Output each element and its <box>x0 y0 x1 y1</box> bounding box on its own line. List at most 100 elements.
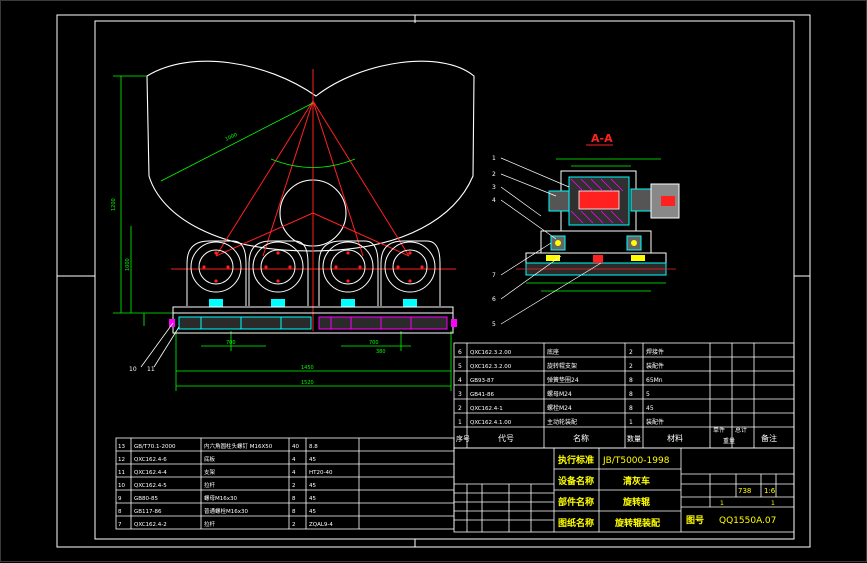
section-view: A-A <box>500 132 680 325</box>
tb-weight: 738 <box>738 487 751 495</box>
lower-row-name: 拉杆 <box>204 520 216 528</box>
callouts-left: 10 11 <box>129 366 155 373</box>
callouts-right: 1 2 3 4 7 6 5 <box>492 155 496 328</box>
lower-row-code: GB80-85 <box>134 496 159 502</box>
dimension-texts: 1520 1450 700 700 1200 1000 1000 380 <box>111 132 386 386</box>
lower-row-name: 底板 <box>204 455 216 463</box>
lower-row-code: QXC162.4-2 <box>134 522 167 528</box>
callout-6: 6 <box>492 296 496 303</box>
upper-row-code: QXC162.4.1.00 <box>470 420 512 426</box>
upper-row-name: 主动轮装配 <box>547 418 577 426</box>
upper-row-name: 螺栓M24 <box>547 404 572 412</box>
drum-outline <box>146 60 475 252</box>
hdr-no: 序号 <box>456 434 470 443</box>
upper-row-qty: 2 <box>629 349 633 356</box>
upper-row-qty: 8 <box>629 391 633 398</box>
lower-row-code: GB117-86 <box>134 509 162 515</box>
lower-row-mat: HT20-40 <box>309 470 333 476</box>
tb-equip-value: 清灰车 <box>623 475 650 487</box>
callout-4: 4 <box>492 197 496 204</box>
upper-row-no: 5 <box>458 363 462 370</box>
upper-row-no: 4 <box>458 377 462 384</box>
tb-part-label: 部件名称 <box>558 496 594 508</box>
dim-base-width: 1450 <box>301 365 314 371</box>
upper-row-name: 旋转辊支架 <box>547 362 577 370</box>
hdr-qty: 数量 <box>627 434 641 443</box>
callout-10: 10 <box>129 366 137 373</box>
lower-row-no: 13 <box>118 444 125 450</box>
lower-row-qty: 2 <box>292 483 296 489</box>
upper-row-name: 弹簧垫圈24 <box>547 376 579 384</box>
lower-row-no: 11 <box>118 470 125 476</box>
upper-row-code: QXC162.3.2.00 <box>470 350 512 356</box>
tb-drawing-no-label: 图号 <box>686 515 704 526</box>
upper-row-code: QXC162.4-1 <box>470 406 503 412</box>
upper-row-code: GB93-87 <box>470 378 495 384</box>
callout-11: 11 <box>147 366 155 373</box>
lower-row-mat: ZQAL9-4 <box>309 522 333 528</box>
upper-row-no: 6 <box>458 349 462 356</box>
tb-sheet: 1 <box>720 500 724 507</box>
tb-scale: 1:6 <box>764 487 776 495</box>
lower-row-qty: 8 <box>292 509 296 515</box>
dim-side: 1000 <box>125 258 131 271</box>
cad-viewport[interactable]: 1520 1450 700 700 1200 1000 1000 380 10 … <box>0 0 867 562</box>
lower-row-code: QXC162.4-6 <box>134 457 167 463</box>
lower-row-code: GB/T70.1-2000 <box>134 444 176 450</box>
upper-row-qty: 2 <box>629 363 633 370</box>
title-block: 执行标准 JB/T5000-1998 设备名称 清灰车 部件名称 旋转辊 图纸名… <box>453 447 795 533</box>
dim-right-span: 700 <box>369 340 379 346</box>
upper-row-mat: 65Mn <box>646 377 663 384</box>
lower-row-no: 12 <box>118 457 125 463</box>
dim-small: 380 <box>376 349 386 355</box>
upper-row-name: 底座 <box>547 348 559 356</box>
section-label: A-A <box>591 132 613 145</box>
hdr-mat: 材料 <box>667 433 683 443</box>
upper-row-no: 3 <box>458 391 462 398</box>
hdr-total: 总计 <box>735 426 747 434</box>
lower-row-name: 拉杆 <box>204 481 216 489</box>
upper-row-mat: 装配件 <box>646 418 664 426</box>
lower-row-qty: 4 <box>292 470 296 476</box>
lower-row-name: 内六角圆柱头螺钉 M16X50 <box>204 442 273 450</box>
tb-std-value: JB/T5000-1998 <box>602 456 670 466</box>
tb-drawing-value: 旋转辊装配 <box>614 517 660 529</box>
tb-equip-label: 设备名称 <box>558 475 594 487</box>
dim-overall-width: 1520 <box>301 380 314 386</box>
lower-row-mat: 45 <box>309 457 316 463</box>
upper-row-mat: 装配件 <box>646 362 664 370</box>
outer-frame <box>56 14 811 548</box>
lower-row-name: 支架 <box>204 468 216 476</box>
upper-row-qty: 8 <box>629 377 633 384</box>
hdr-code: 代号 <box>498 433 514 443</box>
tb-std-label: 执行标准 <box>558 454 594 466</box>
upper-row-mat: 45 <box>646 405 654 412</box>
dim-height: 1200 <box>111 198 117 211</box>
callout-7: 7 <box>492 272 496 279</box>
lower-row-no: 7 <box>118 522 122 528</box>
dim-radius: 1000 <box>224 132 238 143</box>
cad-drawing: 1520 1450 700 700 1200 1000 1000 380 10 … <box>56 14 811 548</box>
upper-row-no: 1 <box>458 419 462 426</box>
lower-row-qty: 4 <box>292 457 296 463</box>
lower-row-mat: 45 <box>309 496 316 502</box>
lower-row-name: 螺母M16x30 <box>204 494 237 502</box>
lower-row-name: 普通螺栓M16x30 <box>204 507 248 515</box>
upper-row-code: GB41-86 <box>470 392 495 398</box>
upper-row-mat: 焊接件 <box>646 348 664 356</box>
lower-row-no: 8 <box>118 509 122 515</box>
dim-left-span: 700 <box>226 340 236 346</box>
callout-5: 5 <box>492 321 496 328</box>
parts-list-lower: 13 GB/T70.1-2000 内六角圆柱头螺钉 M16X50 40 8.8 12 QXC… <box>115 437 455 530</box>
tb-drawing-no-value: QQ1550A.07 <box>719 516 776 526</box>
inner-frame <box>94 20 795 540</box>
main-view <box>113 60 475 391</box>
lower-row-code: QXC162.4-4 <box>134 470 167 476</box>
lower-row-mat: 45 <box>309 509 316 515</box>
lower-row-no: 10 <box>118 483 125 489</box>
callout-1: 1 <box>492 155 496 162</box>
upper-row-no: 2 <box>458 405 462 412</box>
upper-row-qty: 8 <box>629 405 633 412</box>
lower-row-qty: 40 <box>292 444 299 450</box>
lower-row-no: 9 <box>118 496 122 502</box>
